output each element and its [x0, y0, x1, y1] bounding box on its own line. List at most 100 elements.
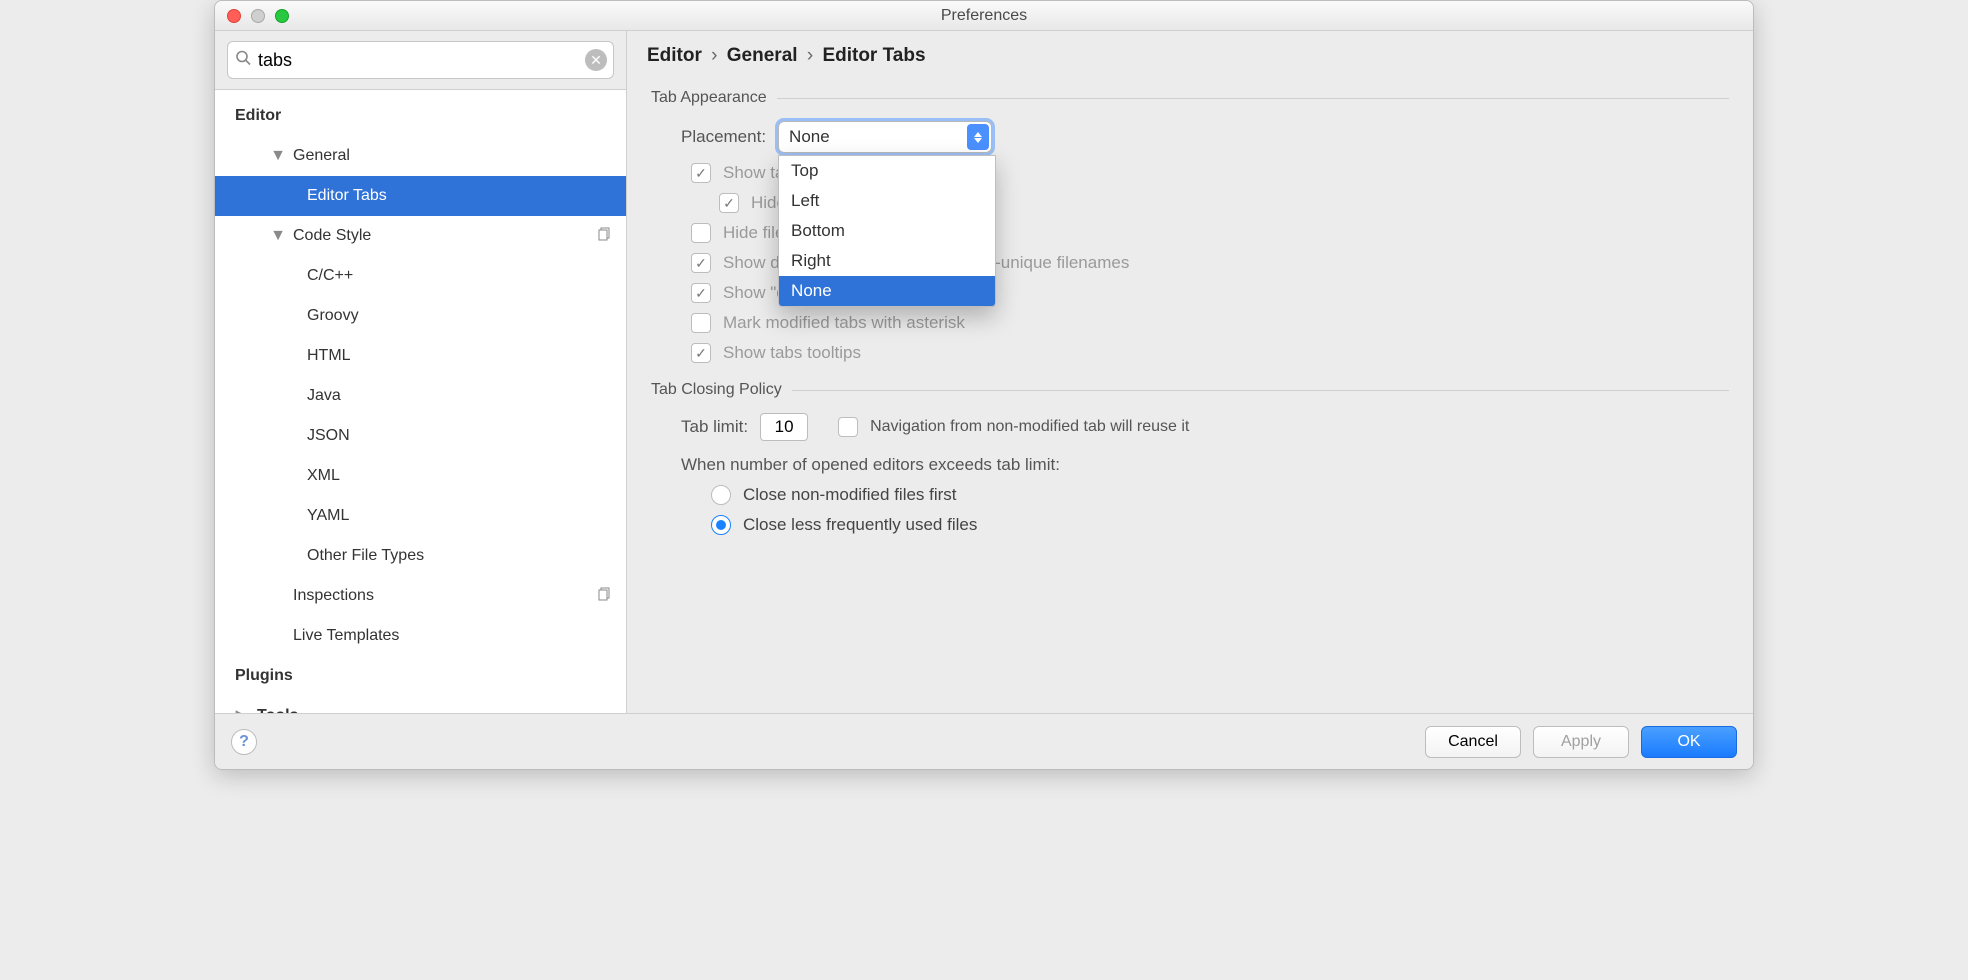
divider — [777, 98, 1729, 99]
checkbox[interactable] — [691, 163, 711, 183]
placement-option-none[interactable]: None — [779, 276, 995, 306]
checkbox[interactable] — [691, 253, 711, 273]
clear-search-icon[interactable]: ✕ — [585, 49, 607, 71]
tree-item-live-templates[interactable]: Live Templates — [215, 616, 626, 656]
tree-item-label: JSON — [307, 427, 350, 445]
breadcrumb-sep: › — [803, 45, 817, 66]
divider — [792, 390, 1729, 391]
checkbox[interactable] — [719, 193, 739, 213]
placement-select-wrap: None TopLeftBottomRightNone — [778, 121, 992, 153]
tab-limit-input[interactable] — [760, 413, 808, 441]
tree-item-general[interactable]: ▼ General — [215, 136, 626, 176]
tree-item-label: XML — [307, 467, 340, 485]
ok-button[interactable]: OK — [1641, 726, 1737, 758]
content: Editor › General › Editor Tabs Tab Appea… — [627, 31, 1753, 713]
placement-row: Placement: None TopLeftBottomRightNone — [681, 121, 1729, 153]
apply-button[interactable]: Apply — [1533, 726, 1629, 758]
search-input[interactable] — [258, 50, 579, 71]
tree-item-label: Tools — [257, 707, 298, 713]
sidebar: ✕ Editor ▼ General Editor Tabs ▼ Code Style C/… — [215, 31, 627, 713]
chevron-down-icon: ▼ — [271, 229, 285, 243]
tree-item-tools[interactable]: ▶ Tools — [215, 696, 626, 713]
placement-value: None — [789, 127, 830, 147]
copy-profile-icon[interactable] — [598, 587, 612, 606]
placement-select[interactable]: None — [778, 121, 992, 153]
tree-item-inspections[interactable]: Inspections — [215, 576, 626, 616]
select-arrows-icon — [967, 124, 989, 150]
tree-item-label: Editor Tabs — [307, 187, 387, 205]
breadcrumb-sep: › — [707, 45, 721, 66]
tree-item-label: Code Style — [293, 227, 371, 245]
tree-item-editor-tabs[interactable]: Editor Tabs — [215, 176, 626, 216]
copy-profile-icon[interactable] — [598, 227, 612, 246]
tree-item-yaml[interactable]: YAML — [215, 496, 626, 536]
tree-item-label: Plugins — [235, 667, 293, 685]
section-title-label: Tab Closing Policy — [651, 381, 782, 399]
preferences-window: Preferences ✕ Editor ▼ General Editor Tabs ▼… — [214, 0, 1754, 770]
placement-option-bottom[interactable]: Bottom — [779, 216, 995, 246]
tree-item-plugins[interactable]: Plugins — [215, 656, 626, 696]
radio-label: Close non-modified files first — [743, 485, 957, 505]
chevron-right-icon: ▶ — [235, 709, 249, 713]
tree-item-label: Live Templates — [293, 627, 399, 645]
titlebar: Preferences — [215, 1, 1753, 31]
placement-option-left[interactable]: Left — [779, 186, 995, 216]
tree-item-groovy[interactable]: Groovy — [215, 296, 626, 336]
search-box: ✕ — [227, 41, 614, 79]
cancel-button[interactable]: Cancel — [1425, 726, 1521, 758]
placement-option-top[interactable]: Top — [779, 156, 995, 186]
checkbox[interactable] — [691, 313, 711, 333]
settings-pane[interactable]: Tab Appearance Placement: None To — [627, 81, 1753, 713]
radio-close-less-freq[interactable]: Close less frequently used files — [711, 515, 1729, 535]
section-title-label: Tab Appearance — [651, 89, 767, 107]
tree-item-label: C/C++ — [307, 267, 353, 285]
section-tab-closing: Tab Closing Policy — [651, 381, 1729, 399]
radio-icon — [711, 485, 731, 505]
breadcrumb-editor: Editor — [647, 45, 702, 66]
spacer-icon — [271, 589, 285, 603]
tree-item-label: YAML — [307, 507, 349, 525]
placement-dropdown[interactable]: TopLeftBottomRightNone — [778, 155, 996, 307]
nav-reuse-label: Navigation from non-modified tab will re… — [870, 418, 1189, 436]
spacer-icon — [271, 629, 285, 643]
check-label: Show tabs tooltips — [723, 343, 861, 363]
breadcrumb-general: General — [727, 45, 798, 66]
check-show-tooltips: Show tabs tooltips — [691, 343, 1729, 363]
breadcrumb: Editor › General › Editor Tabs — [627, 31, 1753, 81]
tree-item-editor[interactable]: Editor — [215, 96, 626, 136]
close-policy-radios: Close non-modified files first Close les… — [711, 485, 1729, 535]
radio-label: Close less frequently used files — [743, 515, 977, 535]
section-tab-appearance: Tab Appearance — [651, 89, 1729, 107]
radio-icon — [711, 515, 731, 535]
tab-limit-label: Tab limit: — [681, 417, 748, 437]
tree-item-html[interactable]: HTML — [215, 336, 626, 376]
window-title: Preferences — [215, 7, 1753, 25]
body: ✕ Editor ▼ General Editor Tabs ▼ Code Style C/… — [215, 31, 1753, 713]
nav-reuse-checkbox[interactable] — [838, 417, 858, 437]
exceeds-heading: When number of opened editors exceeds ta… — [681, 455, 1729, 475]
tree-item-json[interactable]: JSON — [215, 416, 626, 456]
checkbox[interactable] — [691, 343, 711, 363]
placement-option-right[interactable]: Right — [779, 246, 995, 276]
settings-tree[interactable]: Editor ▼ General Editor Tabs ▼ Code Style C/C+… — [215, 90, 626, 713]
tree-item-label: Inspections — [293, 587, 374, 605]
tree-item-code-style[interactable]: ▼ Code Style — [215, 216, 626, 256]
breadcrumb-editor-tabs: Editor Tabs — [822, 45, 925, 66]
checkbox[interactable] — [691, 223, 711, 243]
tree-item-label: Groovy — [307, 307, 359, 325]
footer: ? Cancel Apply OK — [215, 713, 1753, 769]
radio-close-non-modified[interactable]: Close non-modified files first — [711, 485, 1729, 505]
tree-item-label: General — [293, 147, 350, 165]
check-label: Mark modified tabs with asterisk — [723, 313, 965, 333]
chevron-down-icon: ▼ — [271, 149, 285, 163]
tab-limit-row: Tab limit: Navigation from non-modified … — [681, 413, 1729, 441]
search-wrap: ✕ — [215, 31, 626, 90]
checkbox[interactable] — [691, 283, 711, 303]
tree-item-c-c-[interactable]: C/C++ — [215, 256, 626, 296]
help-button[interactable]: ? — [231, 729, 257, 755]
tree-item-xml[interactable]: XML — [215, 456, 626, 496]
tree-item-label: Other File Types — [307, 547, 424, 565]
tree-item-other-file-types[interactable]: Other File Types — [215, 536, 626, 576]
search-icon — [235, 50, 251, 71]
tree-item-java[interactable]: Java — [215, 376, 626, 416]
